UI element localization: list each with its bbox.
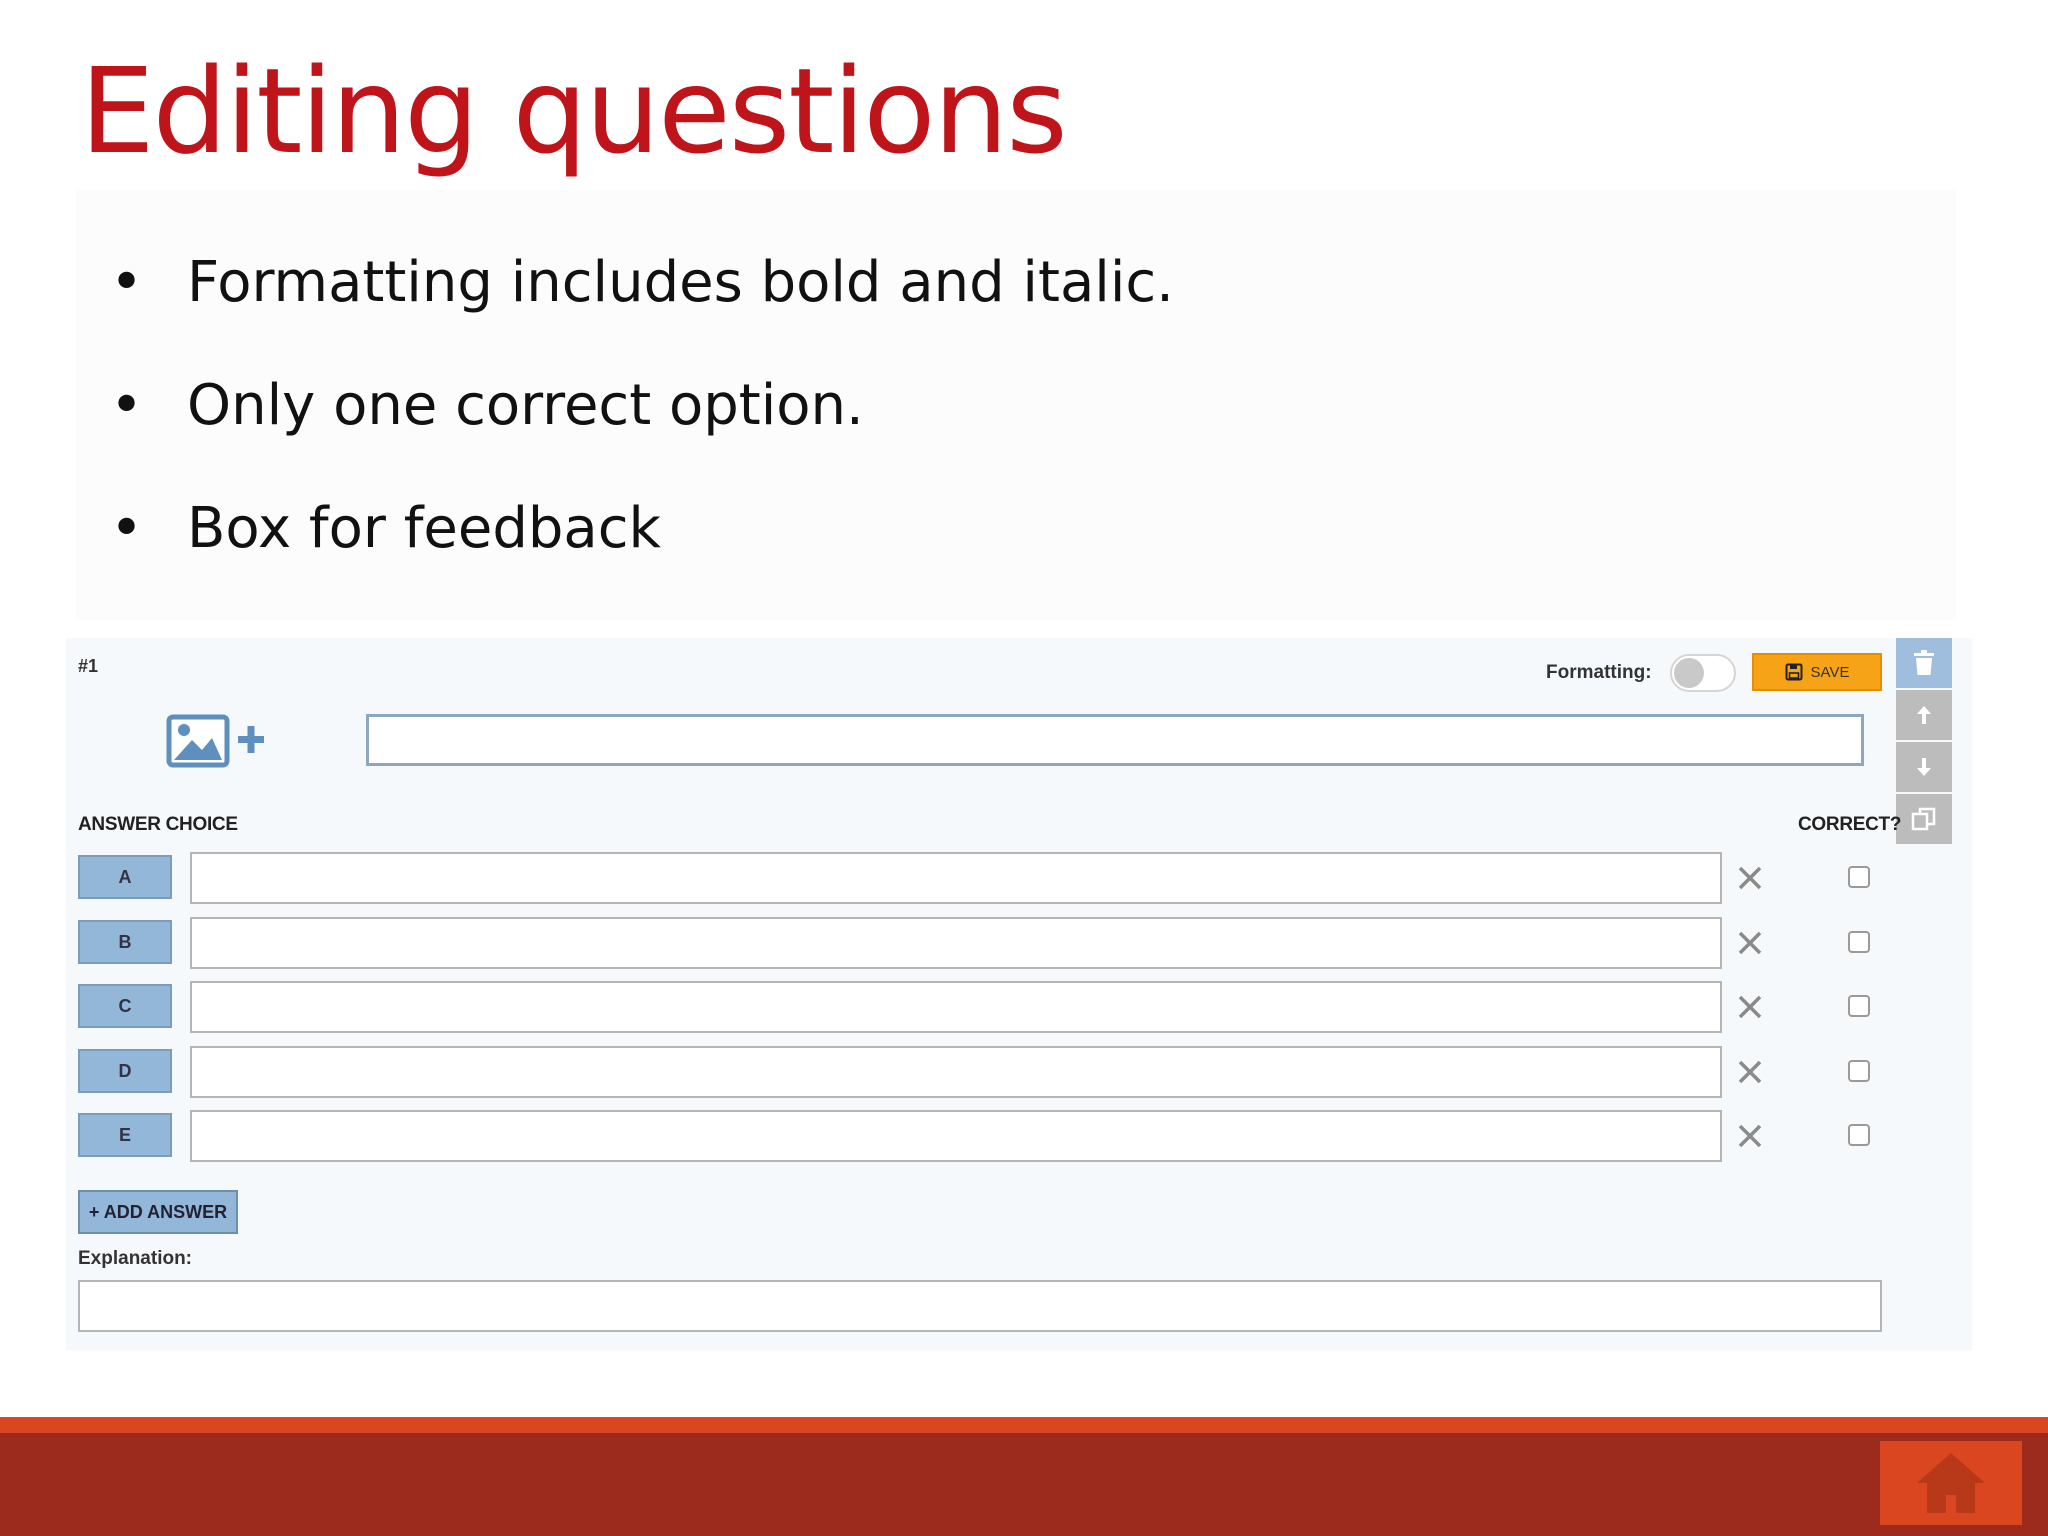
arrow-down-icon <box>1917 758 1931 776</box>
correct-checkbox[interactable] <box>1848 931 1870 953</box>
correct-checkbox[interactable] <box>1848 866 1870 888</box>
question-number: #1 <box>78 656 99 676</box>
save-label: SAVE <box>1810 663 1850 681</box>
correct-checkbox[interactable] <box>1848 1060 1870 1082</box>
delete-question-button[interactable] <box>1896 638 1952 690</box>
footer-accent-line <box>0 1417 2048 1433</box>
formatting-label: Formatting: <box>1546 662 1652 683</box>
answer-row: B <box>78 917 1898 969</box>
add-image-icon <box>166 714 264 768</box>
answer-row: A <box>78 852 1898 904</box>
bullet-text: Formatting includes bold and italic. <box>187 250 1174 315</box>
question-text-input[interactable] <box>366 714 1864 766</box>
bullet-symbol: • <box>110 373 144 438</box>
answer-input[interactable] <box>190 1046 1722 1098</box>
explanation-input[interactable] <box>78 1280 1882 1332</box>
home-icon <box>1917 1453 1985 1513</box>
answer-input[interactable] <box>190 852 1722 904</box>
home-button[interactable] <box>1880 1441 2022 1525</box>
answer-letter: C <box>78 984 172 1028</box>
add-image-button[interactable] <box>166 714 266 770</box>
answer-row: C <box>78 981 1898 1033</box>
add-answer-button[interactable]: + ADD ANSWER <box>78 1190 238 1234</box>
remove-answer-icon[interactable] <box>1734 1120 1766 1152</box>
bullet-text: Only one correct option. <box>187 373 864 438</box>
floppy-disk-icon <box>1785 663 1803 681</box>
correct-checkbox[interactable] <box>1848 1124 1870 1146</box>
remove-answer-icon[interactable] <box>1734 1056 1766 1088</box>
move-up-button[interactable] <box>1896 690 1952 742</box>
correct-header: CORRECT? <box>1798 814 1902 835</box>
question-editor: #1 Formatting: SAVE ANSWER CHOICE CORREC… <box>66 638 1972 1350</box>
answer-choice-header: ANSWER CHOICE <box>78 814 238 835</box>
trash-icon <box>1914 650 1934 675</box>
arrow-up-icon <box>1917 706 1931 724</box>
side-toolbar <box>1896 638 1952 846</box>
answer-row: D <box>78 1046 1898 1098</box>
bullet-symbol: • <box>110 496 144 561</box>
answer-letter: B <box>78 920 172 964</box>
answer-input[interactable] <box>190 1110 1722 1162</box>
answer-letter: E <box>78 1113 172 1157</box>
correct-checkbox[interactable] <box>1848 995 1870 1017</box>
answer-row: E <box>78 1110 1898 1162</box>
bullet-text: Box for feedback <box>187 496 661 561</box>
toggle-knob <box>1674 658 1704 688</box>
answer-input[interactable] <box>190 917 1722 969</box>
answer-input[interactable] <box>190 981 1722 1033</box>
duplicate-icon <box>1911 807 1936 831</box>
explanation-label: Explanation: <box>78 1248 193 1269</box>
formatting-toggle[interactable] <box>1670 654 1736 692</box>
slide-title: Editing questions <box>80 42 1068 180</box>
duplicate-button[interactable] <box>1896 794 1952 846</box>
footer-bar <box>0 1433 2048 1536</box>
bullet-symbol: • <box>110 250 144 315</box>
remove-answer-icon[interactable] <box>1734 862 1766 894</box>
save-button[interactable]: SAVE <box>1752 653 1882 691</box>
move-down-button[interactable] <box>1896 742 1952 794</box>
answer-letter: A <box>78 855 172 899</box>
remove-answer-icon[interactable] <box>1734 927 1766 959</box>
remove-answer-icon[interactable] <box>1734 991 1766 1023</box>
answer-letter: D <box>78 1049 172 1093</box>
